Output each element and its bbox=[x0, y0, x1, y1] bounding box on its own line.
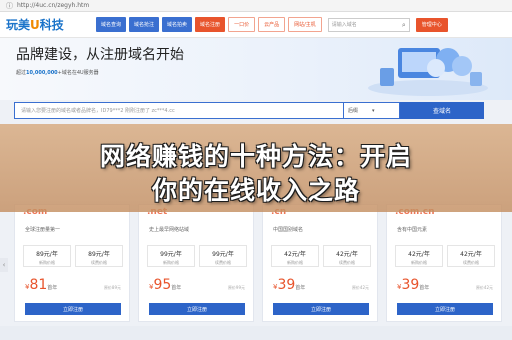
hero-sub-suffix: +域名在4U服务器 bbox=[57, 70, 99, 76]
register-button[interactable]: 立即注册 bbox=[25, 303, 121, 315]
renew-price-label: 续费价格 bbox=[91, 260, 107, 265]
renew-price-box: 42元/年续费价格 bbox=[447, 245, 495, 267]
register-button[interactable]: 立即注册 bbox=[397, 303, 493, 315]
search-icon[interactable]: ⌕ bbox=[402, 21, 406, 30]
price-value: 81 bbox=[29, 277, 48, 293]
renew-price-label: 续费价格 bbox=[339, 260, 355, 265]
new-price-label: 新购价格 bbox=[411, 260, 427, 265]
card-original-price: 原价42元 bbox=[475, 285, 493, 290]
new-price-label: 新购价格 bbox=[287, 260, 303, 265]
hero-sub-prefix: 超过 bbox=[16, 70, 27, 76]
domain-card-com: .com 全球注册量第一 89元/年 新购价格 89元/年 续费价格 ¥81首年 原… bbox=[14, 204, 130, 322]
site-logo[interactable]: 玩美 U 科技 bbox=[6, 16, 82, 33]
logo-brand: 玩美 bbox=[6, 18, 31, 32]
domain-card-cn: .cn 中国国别域名 42元/年 新购价格 42元/年 续费价格 ¥39首年 原价4… bbox=[262, 204, 378, 322]
card-price-grid: 89元/年新购价格 89元/年续费价格 bbox=[23, 245, 123, 267]
info-icon: ⓘ bbox=[6, 1, 13, 10]
domain-card-com-cn: .com.cn 含有中国元素 42元/年 新购价格 42元/年 续费价格 ¥39首年… bbox=[386, 204, 502, 322]
hero-title: 品牌建设，从注册域名开始 bbox=[16, 47, 184, 63]
nav-search-input[interactable]: 请输入域名 ⌕ bbox=[327, 17, 410, 32]
register-button[interactable]: 立即注册 bbox=[273, 303, 369, 315]
new-price-label: 新购价格 bbox=[39, 260, 55, 265]
hero-banner: 品牌建设，从注册域名开始 超过10,000,000+域名在4U服务器 bbox=[0, 38, 512, 100]
renew-price: 99元/年 bbox=[212, 251, 234, 258]
nav-item[interactable]: 网站/主机 bbox=[288, 17, 322, 32]
logo-mark: U bbox=[30, 17, 40, 32]
new-price-box: 89元/年新购价格 bbox=[23, 245, 71, 267]
card-first-year-price: ¥95首年 bbox=[149, 277, 181, 293]
new-price-box: 99元/年新购价格 bbox=[147, 245, 195, 267]
renew-price-box: 89元/年续费价格 bbox=[75, 245, 123, 267]
new-price: 89元/年 bbox=[36, 251, 58, 258]
card-promo: 含有中国元素 bbox=[397, 227, 428, 233]
chevron-left-icon[interactable]: ‹ bbox=[0, 258, 8, 272]
card-price-grid: 42元/年新购价格 42元/年续费价格 bbox=[271, 245, 371, 267]
card-promo: 史上最早网络站域 bbox=[149, 227, 190, 233]
price-value: 95 bbox=[153, 277, 172, 293]
card-promo: 全球注册量第一 bbox=[25, 227, 61, 233]
card-promo: 中国国别域名 bbox=[273, 227, 304, 233]
manage-center-button[interactable]: 管理中心 bbox=[415, 17, 448, 32]
hero-sub-count: 10,000,000 bbox=[26, 70, 58, 76]
card-first-year-price: ¥81首年 bbox=[25, 277, 57, 293]
new-price: 99元/年 bbox=[160, 251, 182, 258]
renew-price-label: 续费价格 bbox=[215, 260, 231, 265]
price-unit: 首年 bbox=[419, 285, 430, 291]
cloud-illustration bbox=[368, 48, 488, 96]
price-unit: 首年 bbox=[295, 285, 306, 291]
renew-price-box: 42元/年续费价格 bbox=[323, 245, 371, 267]
price-unit: 首年 bbox=[47, 285, 58, 291]
nav-item[interactable]: 域名拍卖 bbox=[162, 17, 193, 32]
price-value: 39 bbox=[401, 277, 420, 293]
bottom-strip bbox=[0, 326, 512, 340]
search-domain-button[interactable]: 查域名 bbox=[400, 102, 484, 119]
domain-card-net: .net 史上最早网络站域 99元/年 新购价格 99元/年 续费价格 ¥95首年 … bbox=[138, 204, 254, 322]
renew-price-label: 续费价格 bbox=[463, 260, 479, 265]
hero-subtitle: 超过10,000,000+域名在4U服务器 bbox=[16, 69, 99, 76]
nav-item[interactable]: 域名查询 bbox=[96, 17, 127, 32]
nav-menu: 域名查询 域名抢注 域名拍卖 域名注册 一口价 云产品 网站/主机 bbox=[96, 17, 322, 32]
nav-search-placeholder: 请输入域名 bbox=[331, 22, 357, 28]
chevron-down-icon: ▾ bbox=[372, 107, 375, 114]
nav-item[interactable]: 域名注册 bbox=[195, 17, 226, 32]
nav-item[interactable]: 域名抢注 bbox=[129, 17, 160, 32]
url-text[interactable]: http://4uc.cn/zegyh.htm bbox=[17, 2, 89, 9]
new-price: 42元/年 bbox=[408, 251, 430, 258]
overlay-title-line1: 网络赚钱的十种方法：开启 bbox=[99, 142, 412, 171]
renew-price: 89元/年 bbox=[88, 251, 110, 258]
renew-price-box: 99元/年续费价格 bbox=[199, 245, 247, 267]
new-price-label: 新购价格 bbox=[163, 260, 179, 265]
top-nav: 玩美 U 科技 域名查询 域名抢注 域名拍卖 域名注册 一口价 云产品 网站/主机 请输入域… bbox=[0, 12, 512, 38]
overlay-title-line2: 你的在线收入之路 bbox=[151, 176, 360, 205]
card-first-year-price: ¥39首年 bbox=[273, 277, 305, 293]
price-value: 39 bbox=[277, 277, 296, 293]
new-price: 42元/年 bbox=[284, 251, 306, 258]
card-first-year-price: ¥39首年 bbox=[397, 277, 429, 293]
renew-price: 42元/年 bbox=[460, 251, 482, 258]
suffix-select[interactable]: 后缀 ▾ bbox=[344, 102, 400, 119]
logo-suffix: 科技 bbox=[39, 18, 64, 32]
new-price-box: 42元/年新购价格 bbox=[395, 245, 443, 267]
card-original-price: 原价99元 bbox=[227, 285, 245, 290]
card-price-grid: 42元/年新购价格 42元/年续费价格 bbox=[395, 245, 495, 267]
card-price-grid: 99元/年新购价格 99元/年续费价格 bbox=[147, 245, 247, 267]
browser-url-bar[interactable]: ⓘ http://4uc.cn/zegyh.htm bbox=[0, 0, 512, 12]
nav-item[interactable]: 云产品 bbox=[258, 17, 286, 32]
suffix-select-value: 后缀 bbox=[348, 108, 359, 114]
card-original-price: 原价42元 bbox=[351, 285, 369, 290]
renew-price: 42元/年 bbox=[336, 251, 358, 258]
price-unit: 首年 bbox=[171, 285, 182, 291]
domain-search-bar: 请输入您要注册的域名或者品牌名，ID79***2 刚刚注册了 zc***4.cc… bbox=[14, 102, 484, 119]
register-button[interactable]: 立即注册 bbox=[149, 303, 245, 315]
nav-item[interactable]: 一口价 bbox=[228, 17, 256, 32]
card-original-price: 原价89元 bbox=[103, 285, 121, 290]
new-price-box: 42元/年新购价格 bbox=[271, 245, 319, 267]
domain-search-input[interactable]: 请输入您要注册的域名或者品牌名，ID79***2 刚刚注册了 zc***4.cc bbox=[14, 102, 344, 119]
